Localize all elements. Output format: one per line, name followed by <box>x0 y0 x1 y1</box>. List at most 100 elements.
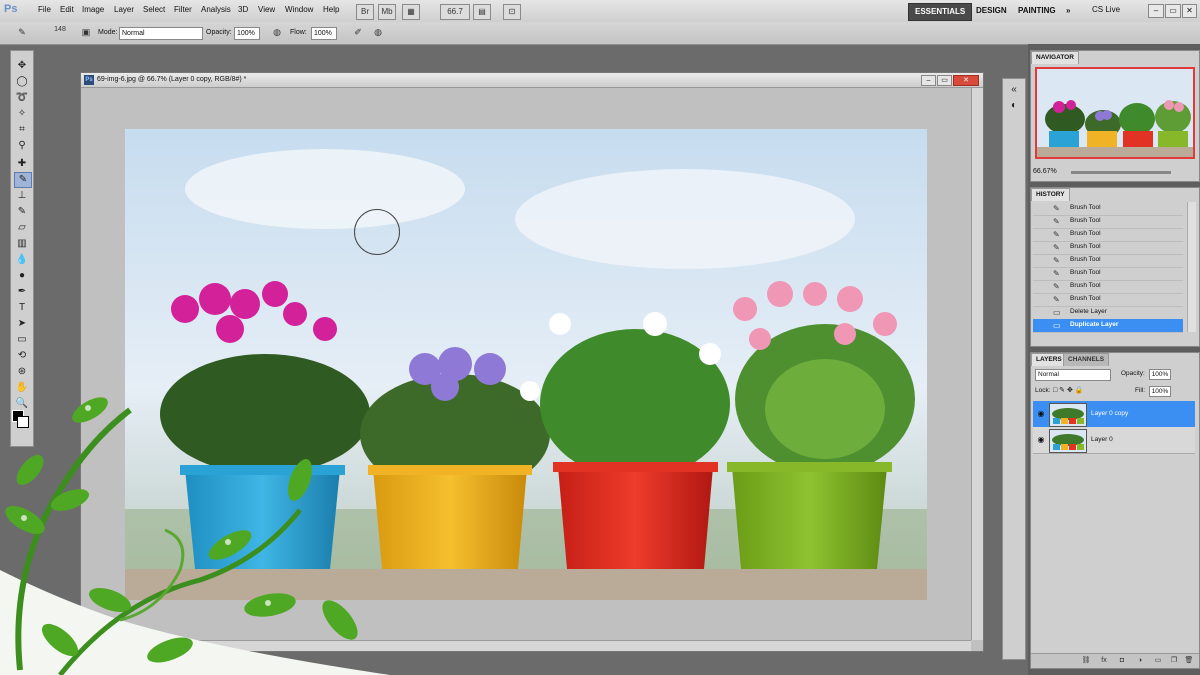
brush-preset-picker[interactable]: 148 <box>52 24 68 35</box>
group-icon[interactable]: ▭ <box>1153 656 1163 666</box>
pressure-size-icon[interactable]: ◍ <box>372 27 384 38</box>
vertical-scrollbar[interactable] <box>971 88 983 640</box>
document-titlebar[interactable]: Ps 69-img-6.jpg @ 66.7% (Layer 0 copy, R… <box>81 73 983 88</box>
doc-minimize-icon[interactable]: – <box>921 75 936 86</box>
history-item[interactable]: ✎ Brush Tool <box>1033 228 1183 242</box>
tab-navigator[interactable]: NAVIGATOR <box>1031 51 1079 64</box>
history-item[interactable]: ▭ Delete Layer <box>1033 306 1183 320</box>
pen-tool-icon[interactable]: ✒ <box>14 285 30 299</box>
menu-select[interactable]: Select <box>143 5 165 14</box>
tab-channels[interactable]: CHANNELS <box>1063 353 1110 366</box>
tab-history[interactable]: HISTORY <box>1031 188 1070 201</box>
history-item[interactable]: ✎ Brush Tool <box>1033 267 1183 281</box>
restore-icon[interactable]: ▭ <box>1165 4 1181 18</box>
menu-help[interactable]: Help <box>323 5 339 14</box>
workspace-more[interactable]: » <box>1060 3 1076 19</box>
menu-analysis[interactable]: Analysis <box>201 5 231 14</box>
flow-field[interactable]: 100% <box>311 27 337 40</box>
layer-mask-icon[interactable]: ◘ <box>1117 656 1127 666</box>
layer-name: Layer 0 copy <box>1091 410 1129 417</box>
eraser-tool-icon[interactable]: ▱ <box>14 221 30 235</box>
trash-icon[interactable]: 🗑 <box>1184 656 1194 666</box>
eye-icon[interactable]: ◉ <box>1036 435 1046 444</box>
history-brush-tool-icon[interactable]: ✎ <box>14 205 30 219</box>
layer-row-selected[interactable]: ◉ Layer 0 copy <box>1033 401 1195 428</box>
type-tool-icon[interactable]: T <box>14 301 30 315</box>
zoom-box[interactable]: 66.7 <box>440 4 470 20</box>
menu-filter[interactable]: Filter <box>174 5 192 14</box>
history-item[interactable]: ✎ Brush Tool <box>1033 241 1183 255</box>
minibridge-icon[interactable]: Mb <box>378 4 396 20</box>
history-item[interactable]: ✎ Brush Tool <box>1033 254 1183 268</box>
fill-field[interactable]: 100% <box>1149 386 1171 397</box>
navigator-thumbnail[interactable] <box>1035 67 1195 159</box>
history-item-selected[interactable]: ▭ Duplicate Layer <box>1033 319 1183 333</box>
brush-icon: ✎ <box>1053 295 1060 304</box>
bridge-icon[interactable]: Br <box>356 4 374 20</box>
dodge-tool-icon[interactable]: ● <box>14 269 30 283</box>
layer-row[interactable]: ◉ Layer 0 <box>1033 427 1195 454</box>
lock-icons[interactable]: □ ✎ ✥ 🔒 <box>1053 386 1084 394</box>
history-item[interactable]: ✎ Brush Tool <box>1033 280 1183 294</box>
eyedropper-tool-icon[interactable]: ⚲ <box>14 139 30 153</box>
brush-panel-icon[interactable]: ◐ <box>1006 99 1022 113</box>
close-icon[interactable]: ✕ <box>1182 4 1197 18</box>
workspace-essentials[interactable]: ESSENTIALS <box>908 3 973 21</box>
healing-tool-icon[interactable]: ✚ <box>14 157 30 171</box>
blend-mode-select[interactable]: Normal <box>1035 369 1111 381</box>
mode-select[interactable]: Normal <box>119 27 203 40</box>
stamp-tool-icon[interactable]: ⊥ <box>14 189 30 203</box>
doc-restore-icon[interactable]: ▭ <box>937 75 952 86</box>
move-tool-icon[interactable]: ✥ <box>14 59 30 73</box>
navigator-panel: NAVIGATOR 66.67% <box>1030 50 1200 182</box>
lasso-tool-icon[interactable]: ➰ <box>14 91 30 105</box>
3d-rotate-tool-icon[interactable]: ⟲ <box>14 349 30 363</box>
eye-icon[interactable]: ◉ <box>1036 409 1046 418</box>
opacity-field[interactable]: 100% <box>234 27 260 40</box>
brush-panel-icon[interactable]: ▣ <box>80 27 92 38</box>
history-item[interactable]: ✎ Brush Tool <box>1033 293 1183 307</box>
brush-icon: ✎ <box>1053 282 1060 291</box>
brush-tool-icon[interactable]: ✎ <box>16 27 28 38</box>
history-item[interactable]: ✎ Brush Tool <box>1033 215 1183 229</box>
layer-opacity-field[interactable]: 100% <box>1149 369 1171 380</box>
adjustment-layer-icon[interactable]: ◑ <box>1135 656 1145 666</box>
tab-layers[interactable]: LAYERS <box>1031 353 1067 366</box>
path-select-tool-icon[interactable]: ➤ <box>14 317 30 331</box>
menu-layer[interactable]: Layer <box>114 5 134 14</box>
blur-tool-icon[interactable]: 💧 <box>14 253 30 267</box>
marquee-tool-icon[interactable]: ◯ <box>14 75 30 89</box>
workspace-design[interactable]: DESIGN <box>970 3 1013 19</box>
gradient-tool-icon[interactable]: ▥ <box>14 237 30 251</box>
link-layers-icon[interactable]: ⛓ <box>1081 656 1091 666</box>
workspace-painting[interactable]: PAINTING <box>1012 3 1062 19</box>
menu-file[interactable]: File <box>38 5 51 14</box>
menu-view[interactable]: View <box>258 5 275 14</box>
extras-icon[interactable]: ▦ <box>402 4 420 20</box>
screen-mode-icon[interactable]: ⊡ <box>503 4 521 20</box>
crop-tool-icon[interactable]: ⌗ <box>14 123 30 137</box>
menu-image[interactable]: Image <box>82 5 104 14</box>
collapsed-panel-strip: « ◐ <box>1002 78 1026 660</box>
history-scrollbar[interactable] <box>1187 202 1196 332</box>
history-item-label: Duplicate Layer <box>1070 321 1119 328</box>
menu-edit[interactable]: Edit <box>60 5 74 14</box>
new-layer-icon[interactable]: ❐ <box>1169 656 1179 666</box>
brush-tool-icon[interactable]: ✎ <box>14 172 32 188</box>
navigator-zoom-slider[interactable] <box>1071 171 1171 174</box>
arrange-icon[interactable]: ▤ <box>473 4 491 20</box>
menu-3d[interactable]: 3D <box>238 5 248 14</box>
history-item[interactable]: ✎ Brush Tool <box>1033 202 1183 216</box>
shape-tool-icon[interactable]: ▭ <box>14 333 30 347</box>
navigator-zoom-value[interactable]: 66.67% <box>1033 168 1057 175</box>
layer-style-icon[interactable]: fx <box>1099 656 1109 666</box>
history-item-label: Brush Tool <box>1070 204 1101 211</box>
cs-live-button[interactable]: CS Live <box>1092 5 1120 14</box>
quick-select-tool-icon[interactable]: ✧ <box>14 107 30 121</box>
pressure-opacity-icon[interactable]: ◍ <box>271 27 283 38</box>
menu-window[interactable]: Window <box>285 5 313 14</box>
minimize-icon[interactable]: – <box>1148 4 1164 18</box>
doc-close-icon[interactable]: ✕ <box>953 75 979 86</box>
panel-expand-icon[interactable]: « <box>1006 83 1022 97</box>
airbrush-icon[interactable]: ✐ <box>352 27 364 38</box>
